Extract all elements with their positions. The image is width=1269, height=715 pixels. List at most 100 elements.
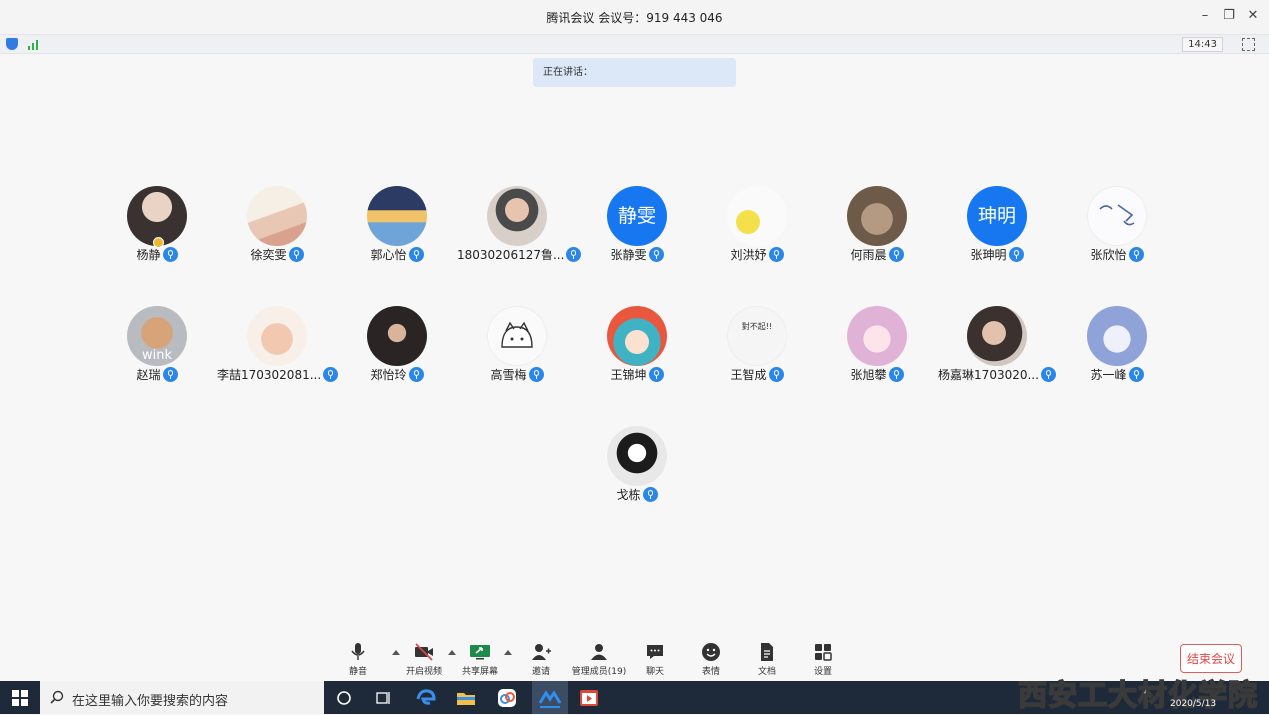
minimize-icon[interactable]: – — [1197, 8, 1213, 24]
participant-tile[interactable]: 何雨晨 — [817, 186, 937, 266]
microphone-icon[interactable] — [888, 247, 904, 262]
search-input[interactable]: 在这里输入你要搜索的内容 — [72, 690, 228, 709]
microphone-icon[interactable] — [768, 367, 784, 382]
avatar: wink — [127, 306, 187, 366]
participant-name: 杨嘉琳1703020... — [938, 368, 1039, 382]
title-bar: 腾讯会议 会议号：919 443 046 – ❐ ✕ — [0, 0, 1269, 35]
cloud-app-icon[interactable] — [494, 685, 520, 711]
cat-icon — [501, 321, 533, 348]
participant-tile[interactable]: 對不起!! 王智成 — [697, 306, 817, 386]
taskbar-search[interactable]: 在这里输入你要搜索的内容 — [40, 681, 324, 714]
avatar — [607, 426, 667, 486]
avatar — [367, 306, 427, 366]
avatar — [727, 186, 787, 246]
settings-label: 设置 — [813, 667, 832, 677]
window-title: 腾讯会议 会议号：919 443 046 — [546, 11, 723, 25]
tencent-meeting-taskbar-icon[interactable] — [532, 681, 568, 714]
microphone-icon[interactable] — [888, 367, 904, 382]
participant-tile[interactable]: 杨静 — [97, 186, 217, 266]
participant-name: 戈栋 — [616, 488, 641, 502]
windows-start-icon[interactable] — [12, 690, 28, 706]
shield-icon[interactable] — [6, 38, 18, 50]
microphone-icon[interactable] — [642, 487, 658, 502]
participant-name: 张旭攀 — [850, 368, 887, 382]
microphone-icon — [351, 643, 365, 660]
avatar — [847, 186, 907, 246]
participant-tile[interactable]: 徐奕雯 — [217, 186, 337, 266]
restore-icon[interactable]: ❐ — [1221, 8, 1237, 24]
participant-name: 杨静 — [136, 248, 161, 262]
participant-name: 王智成 — [730, 368, 767, 382]
participant-name: 刘洪妤 — [730, 248, 767, 262]
participant-name: 徐奕雯 — [250, 248, 287, 262]
avatar — [607, 306, 667, 366]
participant-tile[interactable]: 郑怡玲 — [337, 306, 457, 386]
speaking-indicator: 正在讲话： — [533, 58, 736, 87]
participant-tile[interactable]: 18030206127鲁... — [457, 186, 582, 266]
avatar-caption: wink — [141, 348, 172, 363]
task-view-icon[interactable] — [370, 685, 396, 711]
end-meeting-button[interactable]: 结束会议 — [1180, 644, 1242, 673]
participant-name: 张欣怡 — [1090, 248, 1127, 262]
participant-name: 18030206127鲁... — [457, 248, 565, 262]
participant-tile[interactable]: 张欣怡 — [1057, 186, 1177, 266]
avatar — [367, 186, 427, 246]
edge-browser-icon[interactable] — [413, 685, 439, 711]
participant-tile[interactable]: 刘洪妤 — [697, 186, 817, 266]
microphone-icon[interactable] — [1128, 367, 1144, 382]
settings-button[interactable]: 设置 — [793, 640, 853, 680]
participant-tile[interactable]: 张旭攀 — [817, 306, 937, 386]
sketch-icon — [1099, 204, 1135, 226]
participant-tile[interactable]: 静雯 张静雯 — [577, 186, 697, 266]
avatar — [1087, 306, 1147, 366]
participant-tile[interactable]: 李喆170302081... — [217, 306, 339, 386]
microphone-icon[interactable] — [1040, 367, 1056, 382]
participant-tile[interactable]: 高雪梅 — [457, 306, 577, 386]
avatar-caption: 對不起!! — [741, 322, 773, 331]
microphone-icon[interactable] — [408, 247, 424, 262]
participant-tile[interactable]: 杨嘉琳1703020... — [937, 306, 1057, 386]
participant-name: 苏一峰 — [1090, 368, 1127, 382]
participant-tile[interactable]: 戈栋 — [577, 426, 697, 506]
microphone-icon[interactable] — [1128, 247, 1144, 262]
participant-tile[interactable]: 珅明 张珅明 — [937, 186, 1057, 266]
signal-icon[interactable] — [28, 38, 42, 50]
microphone-icon[interactable] — [648, 247, 664, 262]
avatar: 對不起!! — [727, 306, 787, 366]
participant-name: 张珅明 — [970, 248, 1007, 262]
add-user-icon — [532, 644, 551, 660]
participant-tile[interactable]: 苏一峰 — [1057, 306, 1177, 386]
avatar — [247, 186, 307, 246]
file-explorer-icon[interactable] — [453, 685, 479, 711]
microphone-icon[interactable] — [288, 247, 304, 262]
video-player-icon[interactable] — [576, 685, 602, 711]
participant-tile[interactable]: 郭心怡 — [337, 186, 457, 266]
microphone-icon[interactable] — [162, 367, 178, 382]
microphone-icon[interactable] — [408, 367, 424, 382]
microphone-icon[interactable] — [1008, 247, 1024, 262]
microphone-icon[interactable] — [162, 247, 178, 262]
cortana-icon[interactable] — [331, 685, 357, 711]
avatar — [487, 186, 547, 246]
participant-tile[interactable]: wink 赵瑞 — [97, 306, 217, 386]
close-icon[interactable]: ✕ — [1245, 8, 1261, 24]
participant-name: 高雪梅 — [490, 368, 527, 382]
avatar: 静雯 — [607, 186, 667, 246]
participant-name: 张静雯 — [610, 248, 647, 262]
chat-icon — [647, 645, 663, 659]
microphone-icon[interactable] — [528, 367, 544, 382]
microphone-icon[interactable] — [648, 367, 664, 382]
fullscreen-icon[interactable] — [1242, 38, 1255, 51]
avatar — [847, 306, 907, 366]
avatar — [967, 306, 1027, 366]
participant-name: 郑怡玲 — [370, 368, 407, 382]
settings-grid-icon — [815, 644, 832, 661]
mute-button[interactable]: 静音 — [328, 640, 388, 680]
participant-tile[interactable]: 王锦坤 — [577, 306, 697, 386]
video-off-icon — [415, 643, 433, 661]
watermark-logo: 西安工大材化学院 — [1017, 677, 1259, 713]
participant-name: 李喆170302081... — [217, 368, 322, 382]
meeting-timer: 14:43 — [1182, 37, 1223, 52]
microphone-icon[interactable] — [323, 367, 339, 382]
microphone-icon[interactable] — [768, 247, 784, 262]
